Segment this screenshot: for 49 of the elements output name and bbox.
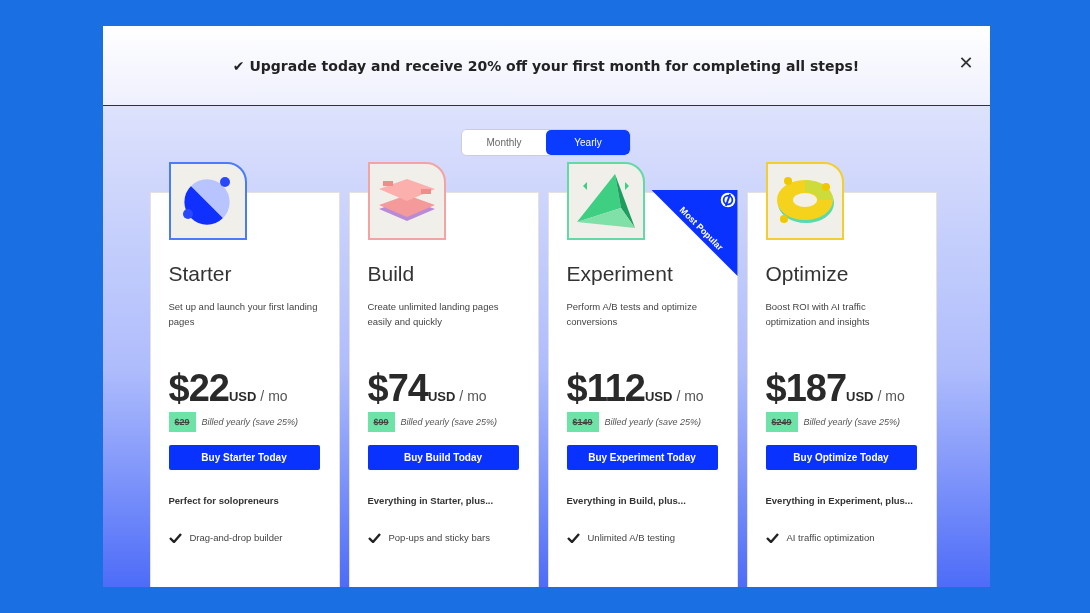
feature-item: Pop-ups and sticky bars: [388, 532, 490, 543]
buy-button[interactable]: Buy Build Today: [367, 445, 519, 470]
billing-note: Billed yearly (save 25%): [604, 417, 702, 427]
check-icon: [566, 532, 580, 543]
plan-description: Create unlimited landing pages easily and quickly: [367, 300, 500, 329]
original-price: $149: [566, 412, 599, 432]
plan-description: Boost ROI with AI traffic optimization and insights: [765, 300, 871, 329]
plan-description: Set up and launch your first landing pages: [168, 300, 319, 329]
buy-button[interactable]: Buy Starter Today: [168, 445, 320, 470]
promo-message: ✔ Upgrade today and receive 20% off your first month for completing all steps!: [232, 57, 860, 74]
logo-icon: [719, 192, 736, 208]
pyramid-icon: [574, 172, 637, 230]
original-price: $29: [168, 412, 196, 432]
billing-note: Billed yearly (save 25%): [803, 417, 901, 427]
price: $22: [168, 367, 229, 410]
feature-item: AI traffic optimization: [786, 532, 875, 543]
original-price: $99: [367, 412, 395, 432]
original-price: $249: [765, 412, 798, 432]
buy-button[interactable]: Buy Optimize Today: [765, 445, 917, 470]
billing-tab[interactable]: Yearly: [546, 130, 630, 155]
buy-button[interactable]: Buy Experiment Today: [566, 445, 718, 470]
features-heading: Everything in Starter, plus...: [367, 495, 495, 506]
period: / mo: [260, 388, 288, 404]
billing-note: Billed yearly (save 25%): [400, 417, 498, 427]
period: / mo: [459, 388, 487, 404]
currency: USD: [846, 389, 874, 404]
plan-name: Experiment: [566, 262, 674, 286]
plan-name: Starter: [168, 262, 233, 286]
plan-description: Perform A/B tests and optimize conversions: [566, 300, 698, 329]
features-heading: Perfect for solopreneurs: [168, 495, 280, 506]
check-icon: [367, 532, 381, 543]
feature-item: Drag-and-drop builder: [189, 532, 283, 543]
period: / mo: [676, 388, 704, 404]
plan-name: Optimize: [765, 262, 850, 286]
features-heading: Everything in Build, plus...: [566, 495, 687, 506]
billing-note: Billed yearly (save 25%): [201, 417, 299, 427]
period: / mo: [877, 388, 905, 404]
check-icon: [168, 532, 182, 543]
price: $187: [765, 367, 847, 410]
currency: USD: [427, 389, 456, 404]
currency: USD: [644, 389, 673, 404]
feature-item: Unlimited A/B testing: [587, 532, 676, 543]
close-button[interactable]: ✕: [954, 50, 978, 75]
price: $74: [367, 367, 428, 410]
currency: USD: [228, 389, 257, 404]
features-heading: Everything in Experiment, plus...: [765, 495, 914, 506]
price: $112: [566, 367, 645, 410]
plan-name: Build: [367, 262, 416, 286]
check-icon: [765, 532, 779, 543]
